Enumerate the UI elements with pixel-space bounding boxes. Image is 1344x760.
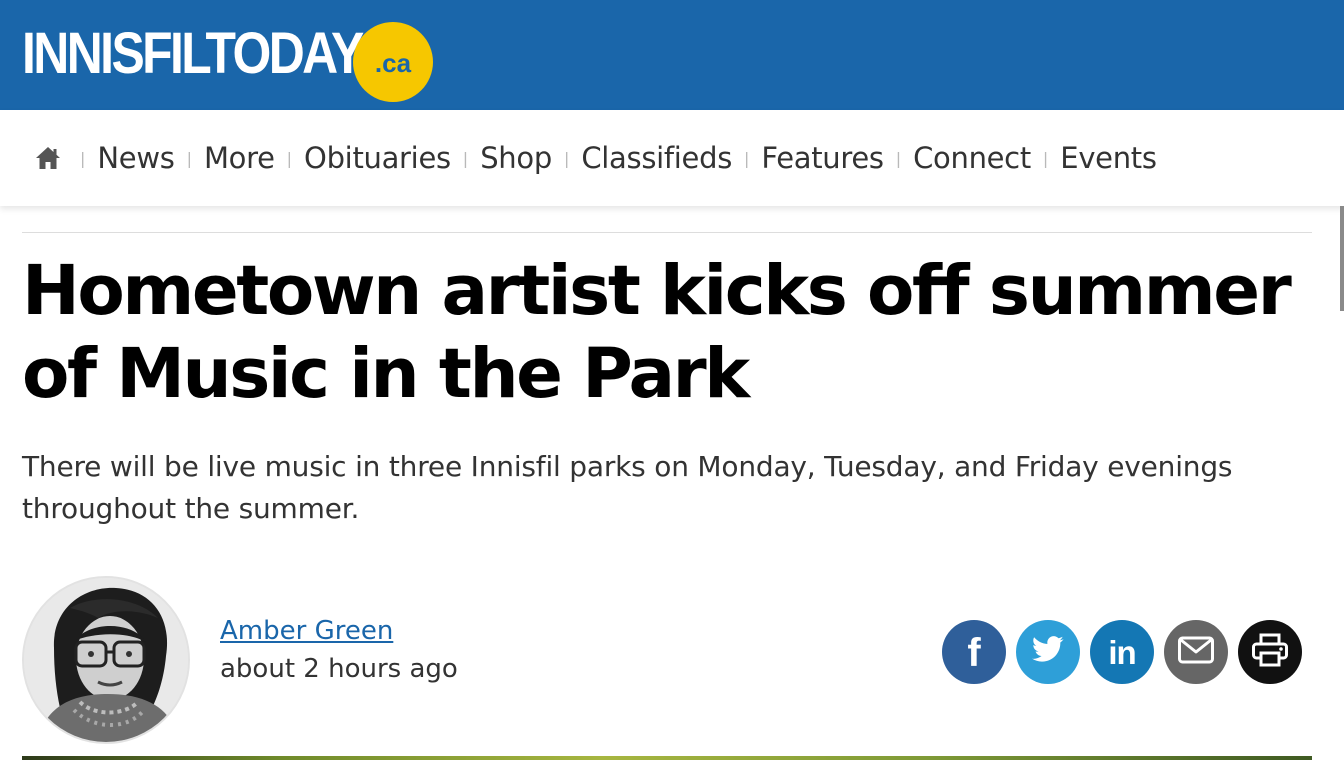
nav-separator: | bbox=[895, 148, 902, 168]
facebook-icon: f bbox=[967, 631, 981, 675]
article-headline: Hometown artist kicks off summer of Musi… bbox=[22, 251, 1292, 414]
nav-separator: | bbox=[286, 148, 293, 168]
site-header: INNISFILTODAY .ca bbox=[0, 0, 1344, 110]
email-share-button[interactable] bbox=[1164, 620, 1228, 684]
logo-badge-text: .ca bbox=[374, 47, 412, 78]
linkedin-share-button[interactable]: in bbox=[1090, 620, 1154, 684]
nav-item-connect[interactable]: Connect bbox=[913, 141, 1031, 175]
author-name-link[interactable]: Amber Green bbox=[220, 616, 393, 646]
divider bbox=[22, 232, 1312, 233]
nav-separator: | bbox=[80, 148, 86, 168]
logo-wordmark: INNISFILTODAY bbox=[22, 21, 364, 86]
nav-list: | News | More | Obituaries | Shop | Clas… bbox=[34, 138, 1157, 178]
nav-separator: | bbox=[563, 148, 570, 168]
home-icon[interactable] bbox=[34, 144, 62, 172]
twitter-share-button[interactable] bbox=[1016, 620, 1080, 684]
nav-item-features[interactable]: Features bbox=[761, 141, 884, 175]
nav-item-obituaries[interactable]: Obituaries bbox=[304, 141, 451, 175]
print-icon bbox=[1251, 633, 1289, 671]
facebook-share-button[interactable]: f bbox=[942, 620, 1006, 684]
nav-item-events[interactable]: Events bbox=[1060, 141, 1157, 175]
nav-item-more[interactable]: More bbox=[204, 141, 275, 175]
print-button[interactable] bbox=[1238, 620, 1302, 684]
nav-separator: | bbox=[744, 148, 750, 168]
twitter-icon bbox=[1031, 636, 1065, 668]
article-photo bbox=[22, 756, 1312, 760]
main-nav: | News | More | Obituaries | Shop | Clas… bbox=[0, 110, 1344, 206]
logo-badge: .ca bbox=[353, 22, 433, 102]
nav-item-classifieds[interactable]: Classifieds bbox=[581, 141, 732, 175]
nav-separator: | bbox=[186, 148, 192, 168]
nav-item-news[interactable]: News bbox=[97, 141, 174, 175]
article-timestamp: about 2 hours ago bbox=[220, 654, 458, 684]
article-subheadline: There will be live music in three Innisf… bbox=[22, 450, 1233, 525]
share-buttons: f in bbox=[942, 620, 1302, 684]
nav-separator: | bbox=[1042, 148, 1049, 168]
scrollbar[interactable] bbox=[1340, 206, 1344, 311]
nav-item-shop[interactable]: Shop bbox=[480, 141, 552, 175]
email-icon bbox=[1177, 635, 1215, 669]
site-logo[interactable]: INNISFILTODAY .ca bbox=[22, 14, 433, 102]
nav-separator: | bbox=[462, 148, 469, 168]
author-avatar[interactable] bbox=[22, 576, 190, 744]
linkedin-icon: in bbox=[1108, 633, 1136, 671]
